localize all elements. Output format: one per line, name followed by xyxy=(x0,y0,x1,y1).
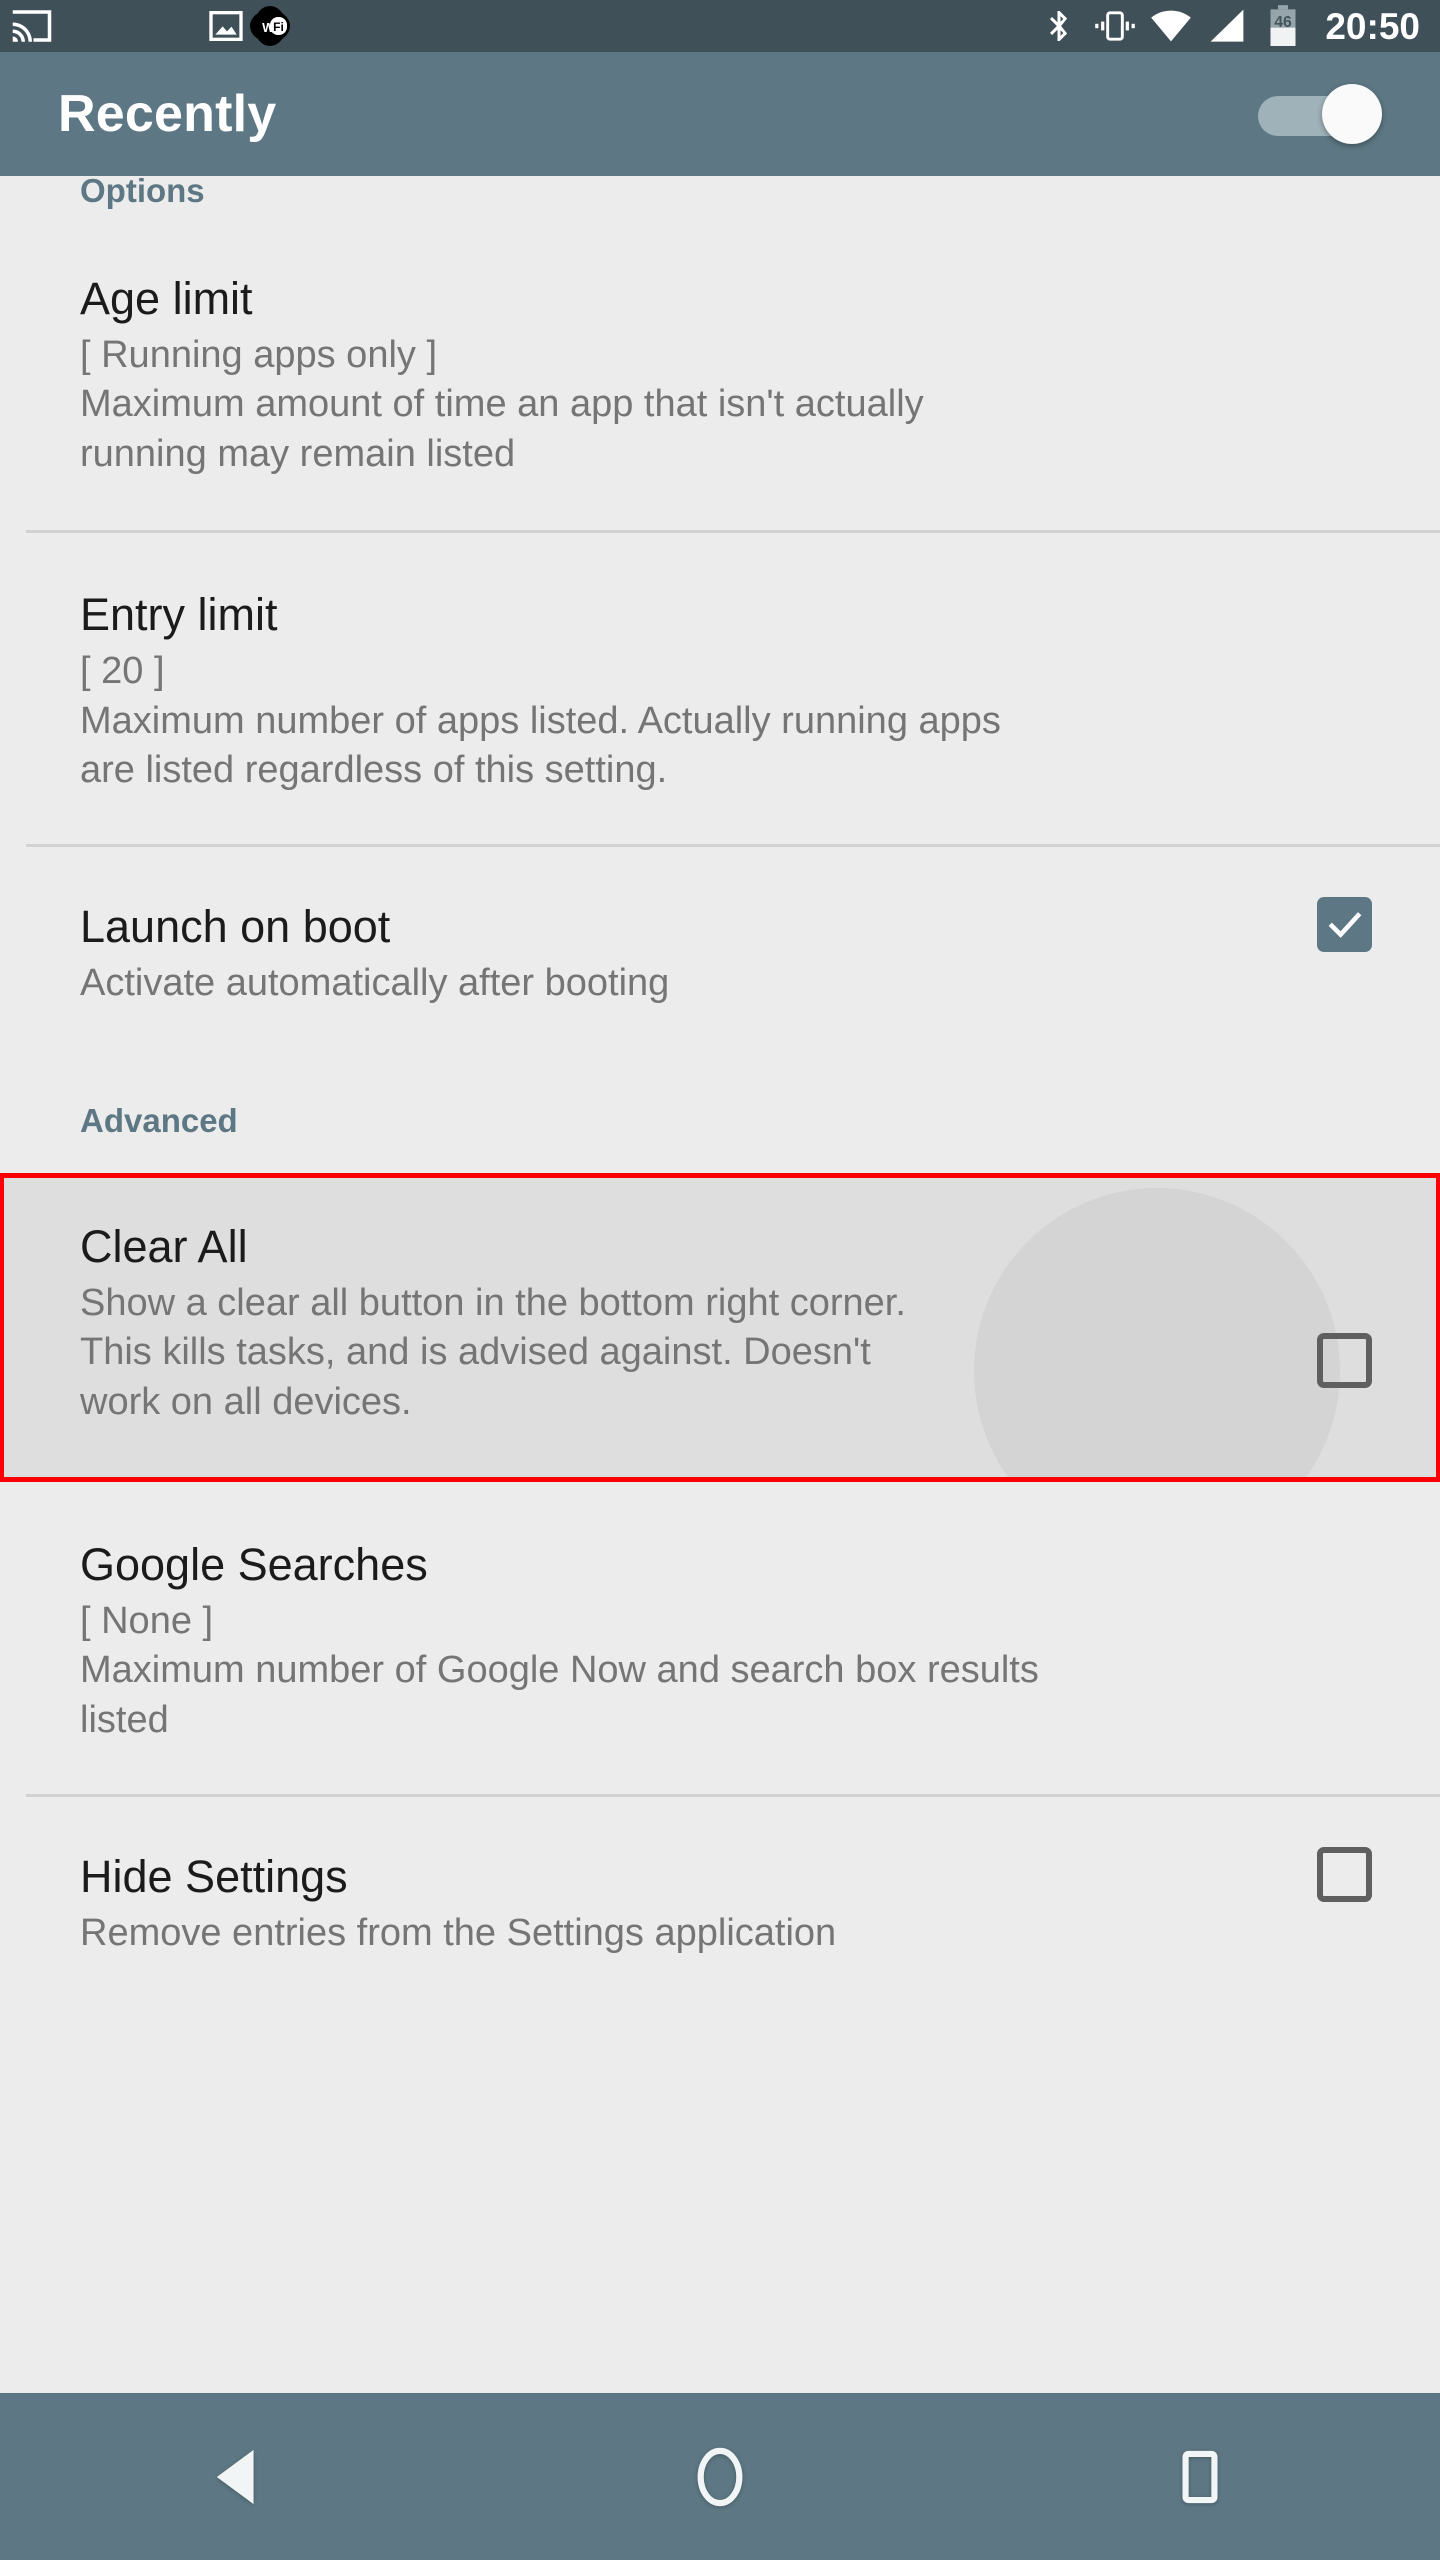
pref-summary: [ Running apps only ] Maximum amount of … xyxy=(80,334,924,475)
checkbox-hide-settings[interactable] xyxy=(1317,1847,1372,1903)
status-bar-clock: 20:50 xyxy=(1325,5,1420,47)
wifi-calling-icon: Wi Fi xyxy=(248,4,292,48)
wifi-signal-icon xyxy=(1149,4,1193,48)
phone-screen: Wi Fi 46 20:50 Recently Options Age limi… xyxy=(0,0,1440,2560)
recents-square-icon xyxy=(1175,2448,1225,2506)
section-header-options: Options xyxy=(80,176,205,209)
pref-hide-settings[interactable]: Hide Settings Remove entries from the Se… xyxy=(0,1797,1440,1958)
svg-text:Fi: Fi xyxy=(273,20,284,34)
bluetooth-icon xyxy=(1037,4,1081,48)
screenshot-image-icon xyxy=(204,4,248,48)
switch-thumb xyxy=(1322,84,1382,144)
home-circle-icon xyxy=(691,2446,749,2508)
status-bar-right-icons: 46 20:50 xyxy=(1037,4,1440,48)
pref-summary: [ 20 ] Maximum number of apps listed. Ac… xyxy=(80,650,1001,791)
pref-google-searches[interactable]: Google Searches [ None ] Maximum number … xyxy=(0,1482,1440,1745)
settings-list[interactable]: Options Age limit [ Running apps only ] … xyxy=(0,176,1440,2393)
section-header-advanced: Advanced xyxy=(80,1101,238,1139)
pref-title: Hide Settings xyxy=(80,1851,348,1903)
vibrate-mode-icon xyxy=(1093,4,1137,48)
status-bar-left-icons: Wi Fi xyxy=(0,4,1037,48)
status-bar: Wi Fi 46 20:50 xyxy=(0,0,1440,52)
back-triangle-icon xyxy=(211,2446,269,2508)
pref-summary: Activate automatically after booting xyxy=(80,962,670,1005)
check-mark-icon xyxy=(1328,912,1361,938)
pref-entry-limit[interactable]: Entry limit [ 20 ] Maximum number of app… xyxy=(0,533,1440,795)
cellular-signal-icon xyxy=(1205,4,1249,48)
nav-recents-button[interactable] xyxy=(1100,2393,1300,2560)
pref-age-limit[interactable]: Age limit [ Running apps only ] Maximum … xyxy=(0,210,1440,479)
pref-title: Launch on boot xyxy=(80,901,391,953)
pref-title: Clear All xyxy=(80,1220,248,1272)
pref-title: Age limit xyxy=(80,273,253,324)
pref-title: Google Searches xyxy=(80,1538,428,1590)
battery-icon: 46 xyxy=(1261,4,1305,48)
nav-back-button[interactable] xyxy=(140,2393,340,2560)
battery-level-label: 46 xyxy=(1275,14,1293,31)
checkbox-launch-on-boot[interactable] xyxy=(1317,897,1372,953)
checkbox-clear-all[interactable] xyxy=(1317,1332,1372,1388)
pref-summary: [ None ] Maximum number of Google Now an… xyxy=(80,1599,1039,1741)
pref-summary: Show a clear all button in the bottom ri… xyxy=(80,1281,906,1423)
master-enable-switch[interactable] xyxy=(1258,84,1382,144)
nav-home-button[interactable] xyxy=(620,2393,820,2560)
cast-icon xyxy=(10,4,54,48)
navigation-bar xyxy=(0,2393,1440,2560)
pref-clear-all[interactable]: Clear All Show a clear all button in the… xyxy=(0,1172,1440,1482)
pref-launch-on-boot[interactable]: Launch on boot Activate automatically af… xyxy=(0,847,1440,1008)
app-bar: Recently xyxy=(0,52,1440,176)
pref-summary: Remove entries from the Settings applica… xyxy=(80,1912,837,1955)
page-title: Recently xyxy=(58,85,277,143)
pref-title: Entry limit xyxy=(80,589,278,641)
